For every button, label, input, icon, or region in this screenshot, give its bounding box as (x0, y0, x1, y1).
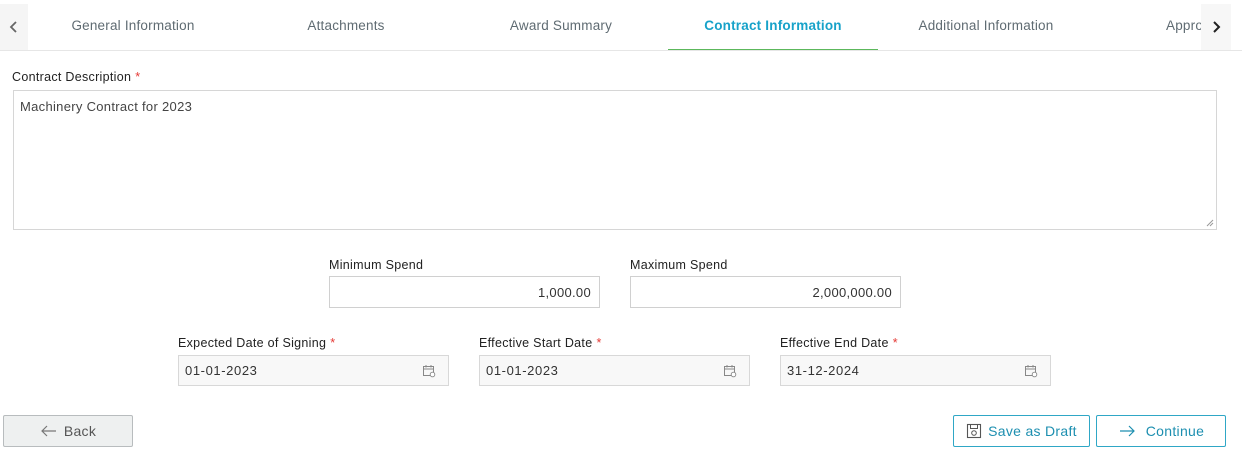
maximum-spend-value: 2,000,000.00 (812, 284, 892, 300)
arrow-left-icon (40, 425, 58, 437)
expected-signing-label: Expected Date of Signing * (178, 336, 336, 350)
tab-attachments[interactable]: Attachments (238, 0, 454, 51)
effective-start-label: Effective Start Date * (479, 336, 602, 350)
tab-general-information[interactable]: General Information (28, 0, 238, 51)
required-marker: * (330, 336, 336, 350)
continue-button-label: Continue (1145, 423, 1205, 439)
calendar-icon[interactable] (723, 364, 737, 378)
tab-award-summary[interactable]: Award Summary (454, 0, 668, 51)
calendar-icon[interactable] (1024, 364, 1038, 378)
expected-signing-value: 01-01-2023 (185, 363, 258, 378)
minimum-spend-input[interactable]: 1,000.00 (329, 276, 600, 308)
chevron-right-icon (1213, 21, 1221, 33)
tab-divider (0, 50, 1242, 51)
contract-description-label: Contract Description * (12, 70, 141, 84)
required-marker: * (135, 70, 141, 84)
effective-end-label: Effective End Date * (780, 336, 898, 350)
contract-description-textarea[interactable]: Machinery Contract for 2023 (13, 90, 1217, 230)
save-as-draft-button[interactable]: Save as Draft (953, 415, 1090, 447)
minimum-spend-label: Minimum Spend (329, 258, 424, 272)
effective-start-date-input[interactable]: 01-01-2023 (479, 355, 750, 386)
maximum-spend-input[interactable]: 2,000,000.00 (630, 276, 901, 308)
arrow-right-icon (1118, 425, 1136, 437)
effective-end-date-input[interactable]: 31-12-2024 (780, 355, 1051, 386)
expected-signing-date-input[interactable]: 01-01-2023 (178, 355, 449, 386)
save-as-draft-label: Save as Draft (988, 423, 1077, 439)
effective-end-value: 31-12-2024 (787, 363, 860, 378)
tab-scroll-right-button[interactable] (1201, 4, 1231, 50)
save-draft-icon (966, 423, 982, 439)
tab-approval[interactable]: Appro (1166, 0, 1201, 51)
contract-description-value: Machinery Contract for 2023 (20, 99, 193, 114)
tab-bar: General Information Attachments Award Su… (0, 0, 1242, 52)
tab-additional-information[interactable]: Additional Information (878, 0, 1094, 51)
minimum-spend-value: 1,000.00 (537, 284, 591, 300)
effective-start-value: 01-01-2023 (486, 363, 559, 378)
calendar-icon[interactable] (422, 364, 436, 378)
required-marker: * (596, 336, 602, 350)
required-marker: * (892, 336, 898, 350)
tab-contract-information[interactable]: Contract Information (668, 0, 878, 51)
resize-handle-icon[interactable] (1206, 219, 1214, 227)
maximum-spend-label: Maximum Spend (630, 258, 728, 272)
back-button[interactable]: Back (3, 415, 133, 447)
continue-button[interactable]: Continue (1096, 415, 1226, 447)
back-button-label: Back (63, 423, 97, 439)
chevron-left-icon (9, 21, 17, 33)
tab-scroll-left-button[interactable] (0, 4, 28, 50)
